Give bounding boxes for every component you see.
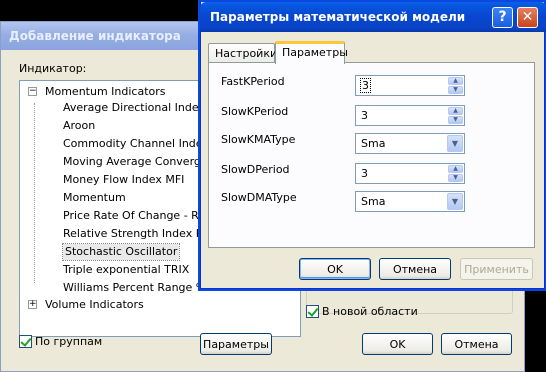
param-label-slowkperiod: SlowKPeriod bbox=[221, 105, 289, 118]
tree-group-label: Momentum Indicators bbox=[45, 85, 166, 98]
tree-item[interactable]: Money Flow Index MFI bbox=[63, 172, 184, 188]
parameters-panel: FastKPeriod 3 ▲ ▼ SlowKPeriod 3 ▲ ▼ Slow… bbox=[208, 62, 535, 248]
tab-parameters[interactable]: Параметры bbox=[275, 41, 348, 64]
slowdmatype-value: Sma bbox=[361, 195, 386, 208]
spinner-arrows: ▲ ▼ bbox=[448, 77, 463, 94]
tree-guide-line bbox=[34, 103, 35, 283]
by-groups-checkbox[interactable]: По группам bbox=[19, 334, 102, 348]
tree-item[interactable]: Williams Percent Range %R bbox=[63, 280, 214, 296]
new-area-checkbox[interactable]: В новой области bbox=[306, 304, 418, 318]
parameters-button[interactable]: Параметры bbox=[200, 333, 272, 355]
param-label-fastkperiod: FastKPeriod bbox=[221, 75, 285, 88]
param-label-slowdperiod: SlowDPeriod bbox=[221, 163, 290, 176]
add-indicator-ok-button[interactable]: OK bbox=[362, 333, 433, 355]
spinner-down-icon[interactable]: ▼ bbox=[448, 116, 463, 124]
fastkperiod-spinner[interactable]: 3 ▲ ▼ bbox=[355, 75, 465, 96]
dialog-cancel-button[interactable]: Отмена bbox=[379, 258, 451, 280]
slowdperiod-value[interactable]: 3 bbox=[361, 167, 368, 180]
spinner-up-icon[interactable]: ▲ bbox=[448, 107, 463, 115]
close-button[interactable]: ✕ bbox=[517, 7, 538, 28]
tree-item-selected[interactable]: Stochastic Oscillator bbox=[61, 243, 181, 261]
spinner-arrows: ▲ ▼ bbox=[448, 107, 463, 124]
dialog-title: Параметры математической модели bbox=[210, 10, 466, 24]
tree-group-label: Volume Indicators bbox=[45, 298, 144, 311]
tree-item[interactable]: Relative Strength Index RSI bbox=[63, 226, 214, 242]
collapse-icon[interactable]: − bbox=[28, 87, 37, 96]
add-indicator-cancel-button[interactable]: Отмена bbox=[441, 333, 512, 355]
close-icon: ✕ bbox=[521, 9, 534, 25]
indicator-label: Индикатор: bbox=[19, 62, 87, 75]
param-label-slowdmatype: SlowDMAType bbox=[221, 191, 297, 204]
help-button[interactable]: ? bbox=[492, 7, 513, 28]
tree-item[interactable]: Price Rate Of Change - ROC bbox=[63, 208, 215, 224]
tree-item[interactable]: Triple exponential TRIX bbox=[63, 262, 189, 278]
slowkmatype-select[interactable]: Sma ▼ bbox=[355, 133, 465, 154]
tree-item[interactable]: Aroon bbox=[63, 118, 95, 134]
tree-item[interactable]: Momentum bbox=[63, 190, 126, 206]
slowkperiod-value[interactable]: 3 bbox=[361, 109, 368, 122]
fastkperiod-value[interactable]: 3 bbox=[360, 78, 371, 93]
slowdperiod-spinner[interactable]: 3 ▲ ▼ bbox=[355, 163, 465, 184]
spinner-down-icon[interactable]: ▼ bbox=[448, 86, 463, 94]
model-parameters-dialog: Параметры математической модели ? ✕ Наст… bbox=[200, 2, 546, 289]
checkbox-checked-icon[interactable] bbox=[19, 334, 32, 348]
param-label-slowkmatype: SlowKMAType bbox=[221, 133, 296, 146]
by-groups-label: По группам bbox=[35, 334, 103, 348]
spinner-arrows: ▲ ▼ bbox=[448, 165, 463, 182]
chevron-down-icon[interactable]: ▼ bbox=[447, 193, 463, 210]
checkbox-checked-icon[interactable] bbox=[306, 304, 319, 318]
new-area-label: В новой области bbox=[322, 304, 418, 318]
dialog-apply-button: Применить bbox=[460, 258, 533, 280]
slowdmatype-select[interactable]: Sma ▼ bbox=[355, 191, 465, 212]
slowkperiod-spinner[interactable]: 3 ▲ ▼ bbox=[355, 105, 465, 126]
spinner-up-icon[interactable]: ▲ bbox=[448, 77, 463, 85]
spinner-down-icon[interactable]: ▼ bbox=[448, 174, 463, 182]
expand-icon[interactable]: + bbox=[28, 300, 37, 309]
help-icon: ? bbox=[498, 9, 507, 25]
chevron-down-icon[interactable]: ▼ bbox=[447, 135, 463, 152]
spinner-up-icon[interactable]: ▲ bbox=[448, 165, 463, 173]
slowkmatype-value: Sma bbox=[361, 137, 386, 150]
tab-settings[interactable]: Настройки bbox=[208, 43, 277, 63]
dialog-ok-button[interactable]: OK bbox=[299, 258, 371, 280]
